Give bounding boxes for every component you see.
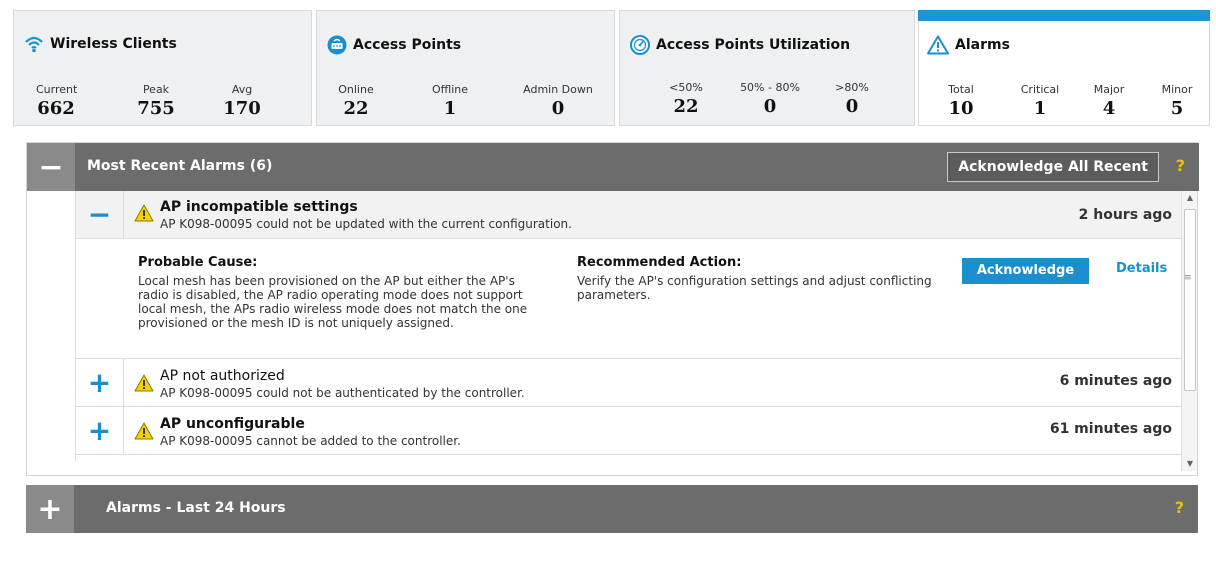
warning-icon xyxy=(134,422,154,444)
alarm-time: 2 hours ago xyxy=(1078,207,1172,223)
stat-value: 1 xyxy=(443,98,457,119)
stat-label: Critical xyxy=(1020,83,1060,96)
alarm-title: AP not authorized xyxy=(160,368,285,384)
stat-value: 5 xyxy=(1170,98,1184,119)
alarm-row-ap-unconfigurable[interactable]: + AP unconfigurable AP K098-00095 cannot… xyxy=(76,407,1186,455)
stat-value: 22 xyxy=(343,98,369,119)
acknowledge-all-recent-button[interactable]: Acknowledge All Recent xyxy=(947,152,1159,182)
stat-over-80: >80% 0 xyxy=(830,81,874,117)
stat-major: Major 4 xyxy=(1087,83,1131,119)
details-link[interactable]: Details xyxy=(1116,261,1167,276)
stat-label: Current xyxy=(36,83,78,96)
stat-value: 170 xyxy=(223,98,261,119)
scroll-thumb[interactable] xyxy=(1184,209,1196,391)
alarm-time: 61 minutes ago xyxy=(1049,421,1172,437)
stat-value: 662 xyxy=(37,98,75,119)
alarms-tile[interactable]: Alarms Total 10 Critical 1 Major 4 Minor… xyxy=(918,10,1210,126)
access-points-tile[interactable]: Access Points Online 22 Offline 1 Admin … xyxy=(316,10,615,126)
stat-current: Current 662 xyxy=(36,83,78,119)
alarm-title: AP incompatible settings xyxy=(160,199,358,215)
alarm-detail-panel: Probable Cause: Local mesh has been prov… xyxy=(76,239,1186,359)
stat-value: 10 xyxy=(948,98,974,119)
ap-utilization-tile[interactable]: Access Points Utilization <50% 22 50% - … xyxy=(619,10,915,126)
recent-alarms-panel: − Most Recent Alarms (6) Acknowledge All… xyxy=(26,142,1199,476)
stat-admin-down: Admin Down 0 xyxy=(513,83,603,119)
recent-alarms-header: − Most Recent Alarms (6) Acknowledge All… xyxy=(27,143,1199,191)
stat-critical: Critical 1 xyxy=(1015,83,1065,119)
access-points-title: Access Points xyxy=(353,37,462,53)
alarm-description: AP K098-00095 cannot be added to the con… xyxy=(160,434,461,448)
warning-icon xyxy=(134,204,154,226)
wifi-icon xyxy=(24,35,44,53)
alarm-row-ap-incompatible-settings[interactable]: − AP incompatible settings AP K098-00095… xyxy=(76,191,1186,239)
stat-value: 0 xyxy=(551,98,565,119)
wireless-clients-title: Wireless Clients xyxy=(50,36,177,52)
warning-icon xyxy=(134,374,154,396)
alarm-description: AP K098-00095 could not be updated with … xyxy=(160,217,572,231)
stat-label: >80% xyxy=(835,81,869,94)
stat-label: Peak xyxy=(142,83,170,96)
probable-cause-heading: Probable Cause: xyxy=(138,255,258,270)
help-icon[interactable]: ? xyxy=(1176,156,1185,175)
access-points-header: Access Points xyxy=(327,35,461,55)
recommended-action-text: Verify the AP's configuration settings a… xyxy=(577,274,932,302)
collapse-alarm-button[interactable]: − xyxy=(76,191,124,238)
expand-section-button[interactable]: + xyxy=(26,485,74,533)
wireless-clients-tile[interactable]: Wireless Clients Current 662 Peak 755 Av… xyxy=(13,10,312,126)
acknowledge-button[interactable]: Acknowledge xyxy=(962,258,1089,284)
stat-minor: Minor 5 xyxy=(1155,83,1199,119)
active-tile-indicator xyxy=(918,10,1210,21)
summary-tiles: Wireless Clients Current 662 Peak 755 Av… xyxy=(13,10,1210,130)
recent-alarms-title: Most Recent Alarms (6) xyxy=(87,158,273,174)
alarms-title: Alarms xyxy=(955,37,1010,53)
stat-avg: Avg 170 xyxy=(222,83,262,119)
warning-triangle-icon xyxy=(927,35,949,55)
expand-alarm-button[interactable]: + xyxy=(76,407,124,454)
recommended-action-heading: Recommended Action: xyxy=(577,255,742,270)
stat-value: 22 xyxy=(673,96,699,117)
alarm-time: 6 minutes ago xyxy=(1059,373,1172,389)
alarm-title: AP unconfigurable xyxy=(160,416,305,432)
alarms-header: Alarms xyxy=(927,35,1010,55)
help-icon[interactable]: ? xyxy=(1175,498,1184,517)
stat-value: 1 xyxy=(1033,98,1047,119)
alarms-last-24-hours-title: Alarms - Last 24 Hours xyxy=(106,500,286,516)
stat-50-80: 50% - 80% 0 xyxy=(730,81,810,117)
stat-label: Major xyxy=(1093,83,1125,96)
expand-alarm-button[interactable]: + xyxy=(76,359,124,406)
stat-online: Online 22 xyxy=(333,83,379,119)
alarm-row-ap-not-authorized[interactable]: + AP not authorized AP K098-00095 could … xyxy=(76,359,1186,407)
stat-under-50: <50% 22 xyxy=(664,81,708,117)
alarm-list-scrollbar[interactable]: ▲ ≡ ▼ xyxy=(1181,191,1197,471)
scroll-down-arrow-icon[interactable]: ▼ xyxy=(1182,457,1198,471)
stat-label: Admin Down xyxy=(523,83,593,96)
probable-cause-text: Local mesh has been provisioned on the A… xyxy=(138,274,528,330)
stat-value: 0 xyxy=(763,96,777,117)
access-point-icon xyxy=(327,35,347,55)
stat-label: Avg xyxy=(231,83,253,96)
stat-label: Total xyxy=(948,83,974,96)
stat-label: Minor xyxy=(1161,83,1193,96)
ap-utilization-title: Access Points Utilization xyxy=(656,37,851,53)
collapse-section-button[interactable]: − xyxy=(27,143,75,191)
stat-label: <50% xyxy=(669,81,703,94)
stat-offline: Offline 1 xyxy=(427,83,473,119)
stat-total: Total 10 xyxy=(941,83,981,119)
scroll-up-arrow-icon[interactable]: ▲ xyxy=(1182,191,1198,205)
alarms-last-24-hours-header: + Alarms - Last 24 Hours ? xyxy=(26,485,1198,533)
ap-utilization-header: Access Points Utilization xyxy=(630,35,850,55)
alarm-list: − AP incompatible settings AP K098-00095… xyxy=(75,191,1186,461)
stat-label: 50% - 80% xyxy=(740,81,800,94)
stat-label: Online xyxy=(338,83,374,96)
alarm-description: AP K098-00095 could not be authenticated… xyxy=(160,386,525,400)
stat-peak: Peak 755 xyxy=(136,83,176,119)
stat-value: 0 xyxy=(845,96,859,117)
scroll-grip-icon: ≡ xyxy=(1184,273,1192,283)
wireless-clients-header: Wireless Clients xyxy=(24,35,177,53)
stat-value: 755 xyxy=(137,98,175,119)
gauge-icon xyxy=(630,35,650,55)
stat-label: Offline xyxy=(431,83,469,96)
stat-value: 4 xyxy=(1102,98,1116,119)
